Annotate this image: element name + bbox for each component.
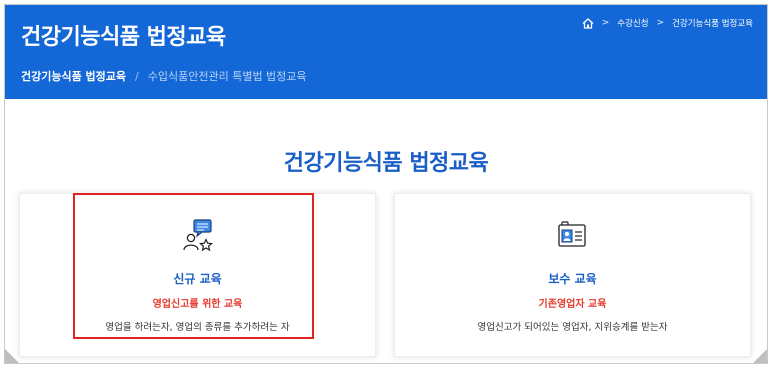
page-frame: 건강기능식품 법정교육 > 수강신청 > 건강기능식품 법정교육 건강기능식품 … [4,4,768,364]
top-nav-item-current[interactable]: 건강기능식품 법정교육 [672,17,753,29]
card-new-education[interactable]: 신규 교육 영업신고를 위한 교육 영업을 하려는자, 영업의 종류를 추가하려… [19,193,376,357]
card-refresher-education[interactable]: 보수 교육 기존영업자 교육 영업신고가 되어있는 영업자, 지위승계를 받는자 [394,193,751,357]
card-title: 신규 교육 [173,272,222,286]
card-title: 보수 교육 [548,272,597,286]
top-breadcrumb: > 수강신청 > 건강기능식품 법정교육 [582,17,753,29]
card-subtitle: 기존영업자 교육 [538,299,607,310]
corner-decoration [5,349,19,363]
card-subtitle: 영업신고를 위한 교육 [152,299,243,310]
breadcrumb-link-import-food[interactable]: 수입식품안전관리 특별법 법정교육 [148,68,307,84]
section-title: 건강기능식품 법정교육 [283,151,489,176]
breadcrumb-separator: / [135,69,139,83]
page-header: 건강기능식품 법정교육 > 수강신청 > 건강기능식품 법정교육 건강기능식품 … [5,5,767,99]
id-card-icon [556,218,590,256]
page-title: 건강기능식품 법정교육 [21,25,226,50]
card-description: 영업신고가 되어있는 영업자, 지위승계를 받는자 [477,322,668,333]
top-nav-item-registration[interactable]: 수강신청 [617,17,648,29]
breadcrumb: 건강기능식품 법정교육 / 수입식품안전관리 특별법 법정교육 [21,68,307,84]
home-icon[interactable] [582,17,594,29]
chevron-right-icon: > [656,18,665,28]
card-description: 영업을 하려는자, 영업의 종류를 추가하려는 자 [105,322,290,333]
corner-decoration [753,349,767,363]
chevron-right-icon: > [601,18,610,28]
chat-person-star-icon [181,218,215,256]
breadcrumb-current[interactable]: 건강기능식품 법정교육 [21,68,126,84]
